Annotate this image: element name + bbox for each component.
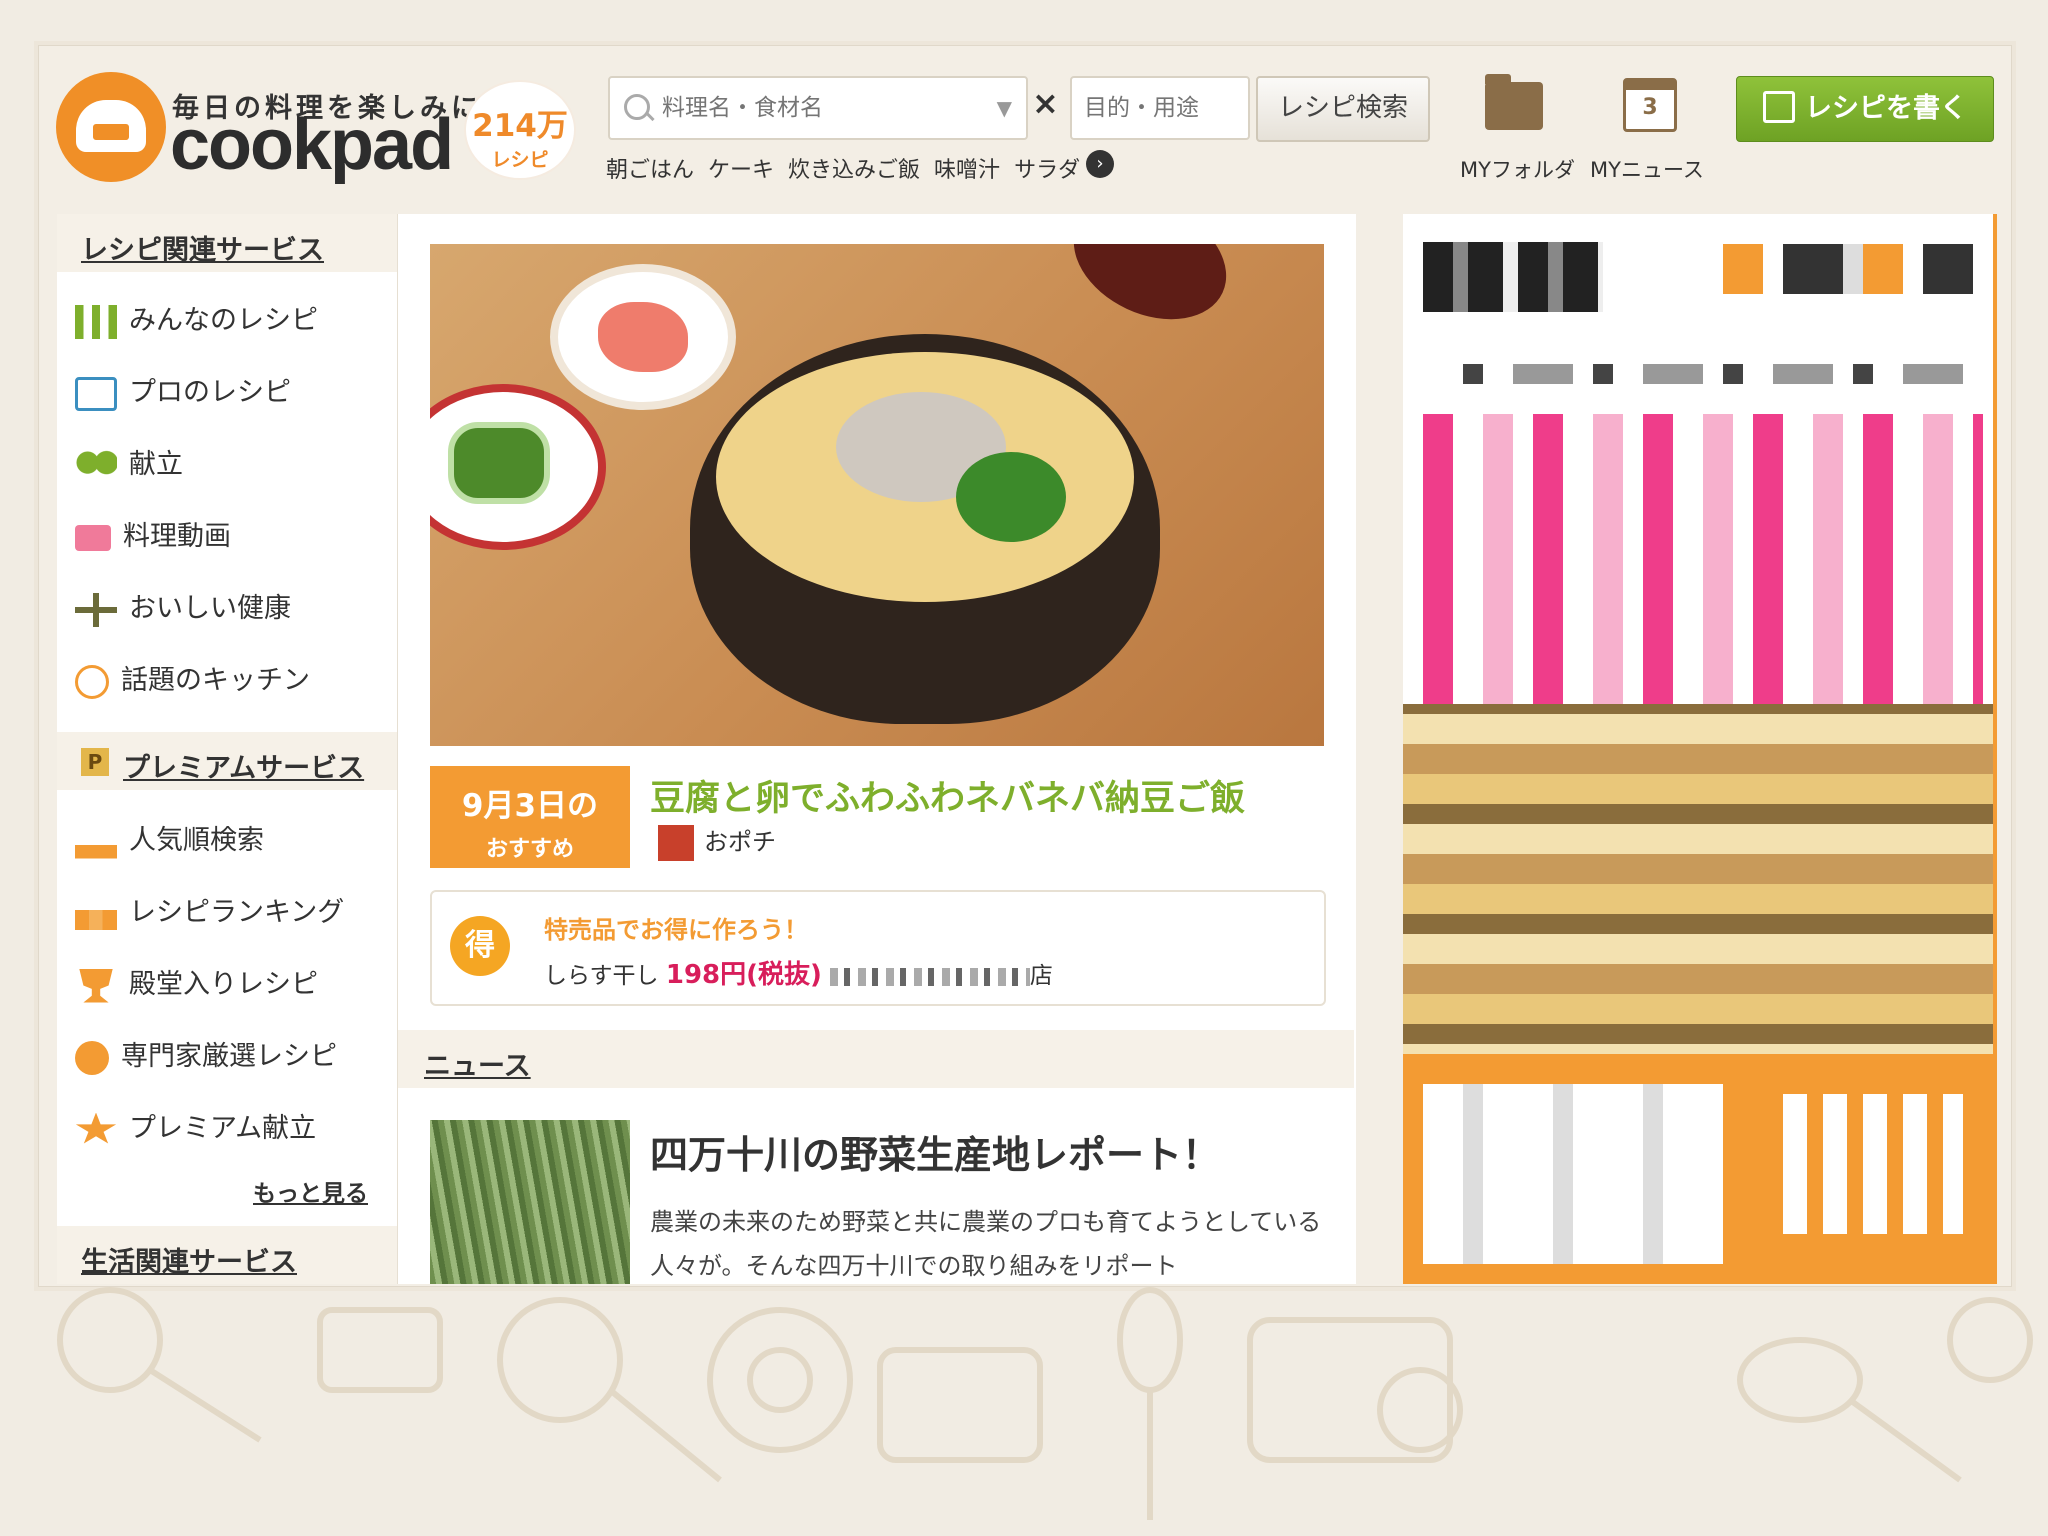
brand-logo-text[interactable]: cookpad [170, 104, 454, 186]
keyword-link[interactable]: 朝ごはん [606, 158, 694, 183]
sidebar-item-label: 専門家厳選レシピ [121, 1041, 337, 1072]
sidebar-item-label: おいしい健康 [129, 593, 291, 624]
book-icon [75, 376, 117, 411]
calendar-icon: 3 [1623, 78, 1677, 132]
sidebar-item-pro-recipes[interactable]: プロのレシピ [75, 370, 291, 411]
sidebar-item-hall-of-fame[interactable]: 殿堂入りレシピ [75, 962, 318, 1003]
recommendation-date-badge: 9月3日の おすすめ [430, 766, 630, 868]
my-news-button[interactable]: 3 [1594, 74, 1706, 132]
cookpad-logo-icon[interactable] [56, 72, 166, 182]
sidebar-item-label: プロのレシピ [129, 377, 291, 408]
sidebar-item-everyone-recipes[interactable]: みんなのレシピ [75, 298, 318, 339]
purpose-search-box[interactable] [1070, 76, 1250, 140]
sidebar-item-label: プレミアム献立 [129, 1113, 317, 1144]
recipe-count-badge: 214万 レシピ [464, 80, 576, 180]
featured-recipe-image[interactable] [430, 244, 1324, 746]
pencil-icon [1763, 90, 1795, 123]
sidebar-section-title[interactable]: レシピ関連サービス [81, 228, 324, 267]
podium-icon [75, 896, 117, 931]
cucumber-plate [430, 384, 606, 550]
bargain-icon: 得 [450, 916, 510, 976]
recipe-search-button[interactable]: レシピ検索 [1256, 76, 1430, 142]
store-suffix: 店 [1029, 963, 1053, 989]
recommendation-label: おすすめ [485, 837, 574, 862]
fork-knife-icon [75, 304, 117, 339]
sidebar: レシピ関連サービス みんなのレシピ プロのレシピ 献立 料理動画 おいしい健康 … [57, 214, 397, 1284]
recipe-author[interactable]: おポチ [658, 822, 776, 861]
store-name-blurred [829, 967, 1030, 986]
news-thumbnail[interactable] [430, 1120, 630, 1284]
trophy-icon [79, 968, 113, 1003]
sale-deal-box[interactable]: 得 特売品でお得に作ろう！ しらす干し 198円(税抜) 店 [430, 890, 1326, 1006]
keyword-link[interactable]: サラダ [1014, 158, 1080, 183]
my-folder-button[interactable] [1462, 74, 1566, 130]
recipe-count-unit: レシピ [491, 149, 549, 171]
more-link[interactable]: もっと見る [253, 1174, 368, 1208]
news-heading[interactable]: ニュース [424, 1044, 531, 1083]
recommendation-date: 9月3日の [461, 788, 599, 824]
my-news-label[interactable]: MYニュース [1590, 154, 1704, 184]
more-keywords-arrow-icon[interactable]: › [1086, 150, 1114, 178]
sidebar-section-title[interactable]: プレミアムサービス [123, 746, 364, 785]
sidebar-item-trending-kitchen[interactable]: 話題のキッチン [75, 658, 310, 699]
news-title[interactable]: 四万十川の野菜生産地レポート！ [650, 1124, 1220, 1179]
sidebar-item-label: レシピランキング [129, 897, 345, 928]
sidebar-item-label: 料理動画 [123, 521, 231, 552]
write-recipe-label: レシピを書く [1805, 93, 1967, 124]
sidebar-section-header[interactable]: レシピ関連サービス [57, 214, 397, 272]
folder-icon [1485, 74, 1543, 130]
keyword-link[interactable]: 炊き込みご飯 [788, 158, 920, 183]
deal-line: しらす干し 198円(税抜) 店 [544, 954, 1053, 991]
keyword-link[interactable]: ケーキ [708, 158, 774, 183]
sidebar-section-title[interactable]: 生活関連サービス [81, 1240, 297, 1279]
advertisement-banner[interactable] [1403, 214, 1997, 1284]
write-recipe-button[interactable]: レシピを書く [1736, 76, 1994, 142]
dish-search-input[interactable] [660, 88, 964, 126]
sidebar-item-label: 殿堂入りレシピ [129, 969, 318, 1000]
deal-title[interactable]: 特売品でお得に作ろう！ [544, 910, 808, 945]
news-section-header: ニュース [398, 1030, 1354, 1088]
search-icon [624, 94, 650, 120]
sidebar-item-label: 話題のキッチン [121, 665, 310, 696]
news-summary: 農業の未来のため野菜と共に農業のプロも育てようとしている人々が。そんな四万十川で… [650, 1208, 1322, 1280]
dropdown-triangle-icon[interactable]: ▼ [997, 96, 1012, 120]
premium-p-icon: P [81, 748, 109, 776]
author-name: おポチ [704, 828, 776, 856]
deal-price: 198円(税抜) [665, 960, 822, 990]
purpose-search-input[interactable] [1082, 88, 1236, 126]
star-hand-icon [75, 1112, 117, 1144]
times-sign: × [1032, 84, 1059, 122]
sidebar-item-menu[interactable]: 献立 [75, 442, 183, 483]
person-icon [75, 592, 117, 627]
deal-item: しらす干し [544, 963, 659, 989]
kitchenware-background-pattern [57, 1287, 2033, 1520]
crown-icon [75, 827, 117, 859]
expert-chef-icon [75, 1040, 109, 1075]
sidebar-section-header[interactable]: 生活関連サービス [57, 1226, 397, 1284]
my-folder-label[interactable]: MYフォルダ [1460, 154, 1575, 184]
dish-search-box[interactable]: ▼ [608, 76, 1028, 140]
keyword-link[interactable]: 味噌汁 [934, 158, 1000, 183]
rice-bowl [690, 334, 1160, 724]
sidebar-item-label: みんなのレシピ [129, 305, 318, 336]
sidebar-item-ranking[interactable]: レシピランキング [75, 890, 344, 931]
author-avatar [658, 825, 694, 861]
sidebar-item-oishii-kenko[interactable]: おいしい健康 [75, 586, 291, 627]
sidebar-item-premium-menu[interactable]: プレミアム献立 [75, 1106, 316, 1147]
sidebar-item-cooking-videos[interactable]: 料理動画 [75, 514, 231, 553]
salmon-plate [550, 264, 736, 410]
sidebar-item-expert-recipes[interactable]: 専門家厳選レシピ [75, 1034, 337, 1075]
wooden-spoon [1054, 244, 1246, 343]
recipe-count: 214万 [472, 108, 568, 144]
featured-recipe-title[interactable]: 豆腐と卵でふわふわネバネバ納豆ご飯 [650, 770, 1245, 821]
sidebar-item-label: 献立 [129, 449, 183, 480]
sidebar-item-label: 人気順検索 [129, 825, 264, 856]
popular-keywords: 朝ごはん ケーキ 炊き込みご飯 味噌汁 サラダ [606, 152, 1094, 184]
chef-icon [75, 664, 109, 699]
sidebar-section-header[interactable]: プレミアムサービス P [57, 732, 397, 790]
video-camera-icon [75, 524, 111, 551]
meal-set-icon [75, 448, 117, 483]
sidebar-item-popular-search[interactable]: 人気順検索 [75, 818, 264, 859]
